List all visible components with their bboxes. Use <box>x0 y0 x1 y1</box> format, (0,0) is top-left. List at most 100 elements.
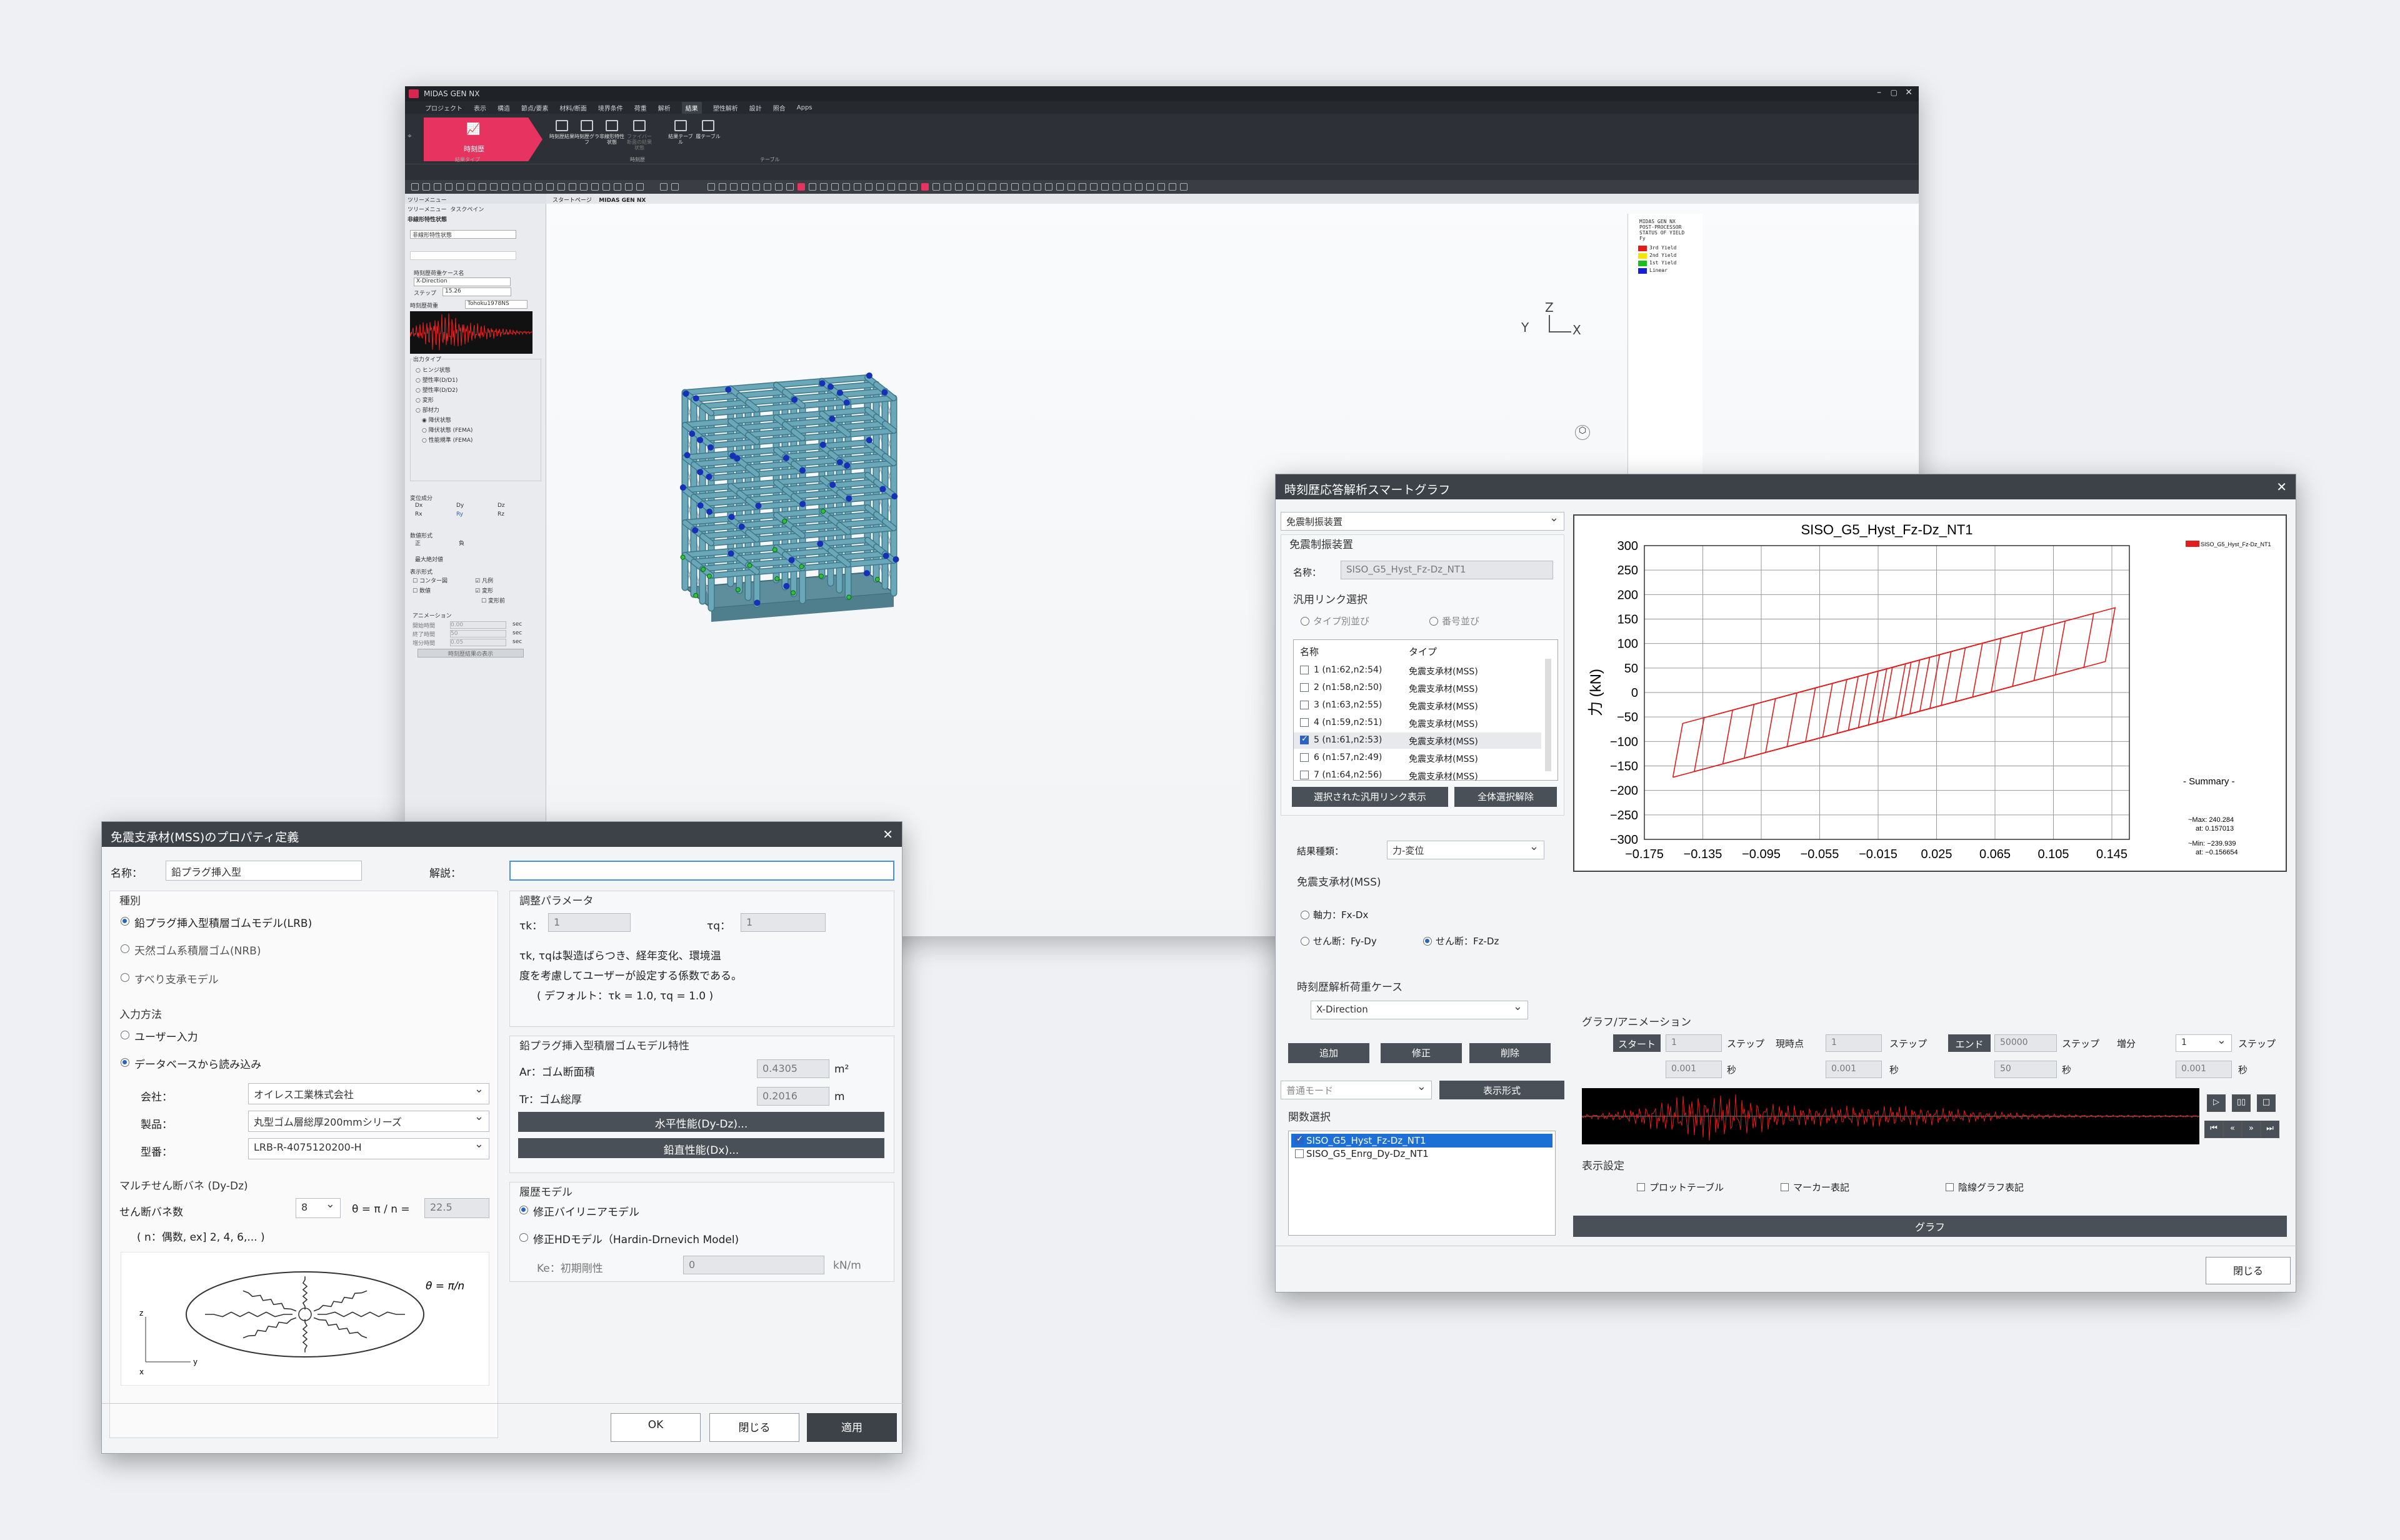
menu-item[interactable]: 節点/要素 <box>521 103 548 112</box>
sign-option[interactable]: 負 <box>459 539 464 547</box>
last-frame-icon[interactable]: ⏭ <box>2261 1121 2279 1138</box>
vertical-performance-button[interactable]: 鉛直性能(Dx)... <box>518 1138 884 1158</box>
result-type-select[interactable]: 非線形特性状態 <box>410 230 516 239</box>
stop-icon[interactable]: □ <box>2257 1094 2276 1112</box>
display-option[interactable]: ☑ 凡例 <box>475 576 493 584</box>
toolbar-icon[interactable] <box>1158 183 1165 191</box>
toolbar-icon[interactable] <box>741 183 749 191</box>
hyst-radio-bilinear[interactable] <box>519 1206 528 1214</box>
close-button[interactable]: 閉じる <box>2206 1257 2291 1284</box>
component-option[interactable]: Dz <box>498 502 505 509</box>
toolbar-icon[interactable] <box>752 183 760 191</box>
time-value[interactable]: 50 <box>450 630 506 638</box>
toolbar-icon[interactable] <box>625 183 632 191</box>
link-checkbox[interactable] <box>1300 683 1309 692</box>
ribbon-button[interactable]: 履テーブル <box>695 118 721 152</box>
component-option[interactable]: Dx <box>415 502 422 509</box>
tab-start-page[interactable]: スタートページ <box>552 198 592 204</box>
output-type-item[interactable]: ○ 性能規準 (FEMA) <box>422 436 472 444</box>
sub-select[interactable] <box>410 251 516 260</box>
close-button[interactable]: 閉じる <box>709 1413 799 1442</box>
toolbar-icon[interactable] <box>535 183 542 191</box>
toolbar-icon[interactable] <box>1124 183 1131 191</box>
minimize-icon[interactable]: – <box>1877 88 1881 98</box>
output-type-item[interactable]: ○ 部材力 <box>416 406 439 414</box>
toolbar-icon[interactable] <box>854 183 861 191</box>
toolbar-icon[interactable] <box>660 183 668 191</box>
menu-item[interactable]: プロジェクト <box>425 103 462 112</box>
sort-by-number-radio[interactable] <box>1429 617 1438 626</box>
shear-y-radio[interactable] <box>1301 937 1309 946</box>
toolbar-icon[interactable] <box>524 183 531 191</box>
toolbar-icon[interactable] <box>501 183 509 191</box>
component-option[interactable]: Rz <box>498 511 504 518</box>
toolbar-icon[interactable] <box>966 183 974 191</box>
menu-item[interactable]: 境界条件 <box>598 103 623 112</box>
output-type-item[interactable]: ○ 塑性率(D/D1) <box>416 376 458 384</box>
kind-radio-slide[interactable] <box>121 973 129 982</box>
sort-by-type-radio[interactable] <box>1301 617 1309 626</box>
menu-item[interactable]: 表示 <box>474 103 486 112</box>
toolbar-icon[interactable] <box>580 183 588 191</box>
play-icon[interactable]: ▷ <box>2207 1094 2226 1112</box>
device-type-select[interactable]: 免震制振装置 <box>1281 512 1564 531</box>
toolbar-icon[interactable] <box>569 183 576 191</box>
function-checkbox[interactable] <box>1295 1149 1304 1158</box>
component-option[interactable]: Rx <box>415 511 422 518</box>
link-row[interactable]: 5 (n1:61,n2:53) 免震支承材(MSS) <box>1294 732 1541 749</box>
load-case-select[interactable]: X-Direction <box>414 278 511 286</box>
link-checkbox[interactable] <box>1300 666 1309 674</box>
link-row[interactable]: 4 (n1:59,n2:51) 免震支承材(MSS) <box>1294 715 1541 731</box>
description-input[interactable] <box>509 861 894 881</box>
spring-count-select[interactable]: 8 <box>296 1198 341 1218</box>
toolbar-icon[interactable] <box>730 183 738 191</box>
toolbar-icon[interactable] <box>456 183 464 191</box>
toolbar-icon[interactable] <box>1146 183 1154 191</box>
toolbar-icon[interactable] <box>944 183 951 191</box>
company-select[interactable]: オイレス工業株式会社 <box>248 1083 489 1104</box>
toolbar-icon[interactable] <box>1068 183 1075 191</box>
product-select[interactable]: 丸型ゴム層総厚200mmシリーズ <box>248 1111 489 1132</box>
close-icon[interactable]: ✕ <box>882 827 893 842</box>
marker-checkbox[interactable] <box>1781 1183 1789 1191</box>
menu-item[interactable]: 材料/断面 <box>559 103 586 112</box>
output-type-item[interactable]: ○ 塑性率(D/D2) <box>416 386 458 394</box>
function-checkbox[interactable] <box>1295 1134 1304 1144</box>
ribbon-button[interactable]: 時刻歴結果 <box>549 118 575 152</box>
deselect-all-button[interactable]: 全体選択解除 <box>1454 787 1557 807</box>
start-step-input[interactable]: 1 <box>1666 1034 1722 1052</box>
toolbar-icon[interactable] <box>719 183 726 191</box>
toolbar-icon[interactable] <box>786 183 794 191</box>
first-frame-icon[interactable]: ⏮ <box>2204 1121 2223 1138</box>
toolbar-icon[interactable] <box>1045 183 1052 191</box>
tk-input[interactable]: 1 <box>548 913 631 932</box>
link-checkbox[interactable] <box>1300 753 1309 762</box>
link-row[interactable]: 6 (n1:57,n2:49) 免震支承材(MSS) <box>1294 750 1541 766</box>
toolbar-icon[interactable] <box>1079 183 1086 191</box>
close-icon[interactable]: ✕ <box>1905 88 1912 98</box>
menu-item[interactable]: 設計 <box>749 103 762 112</box>
toolbar-icon[interactable] <box>876 183 884 191</box>
toolbar-icon[interactable] <box>558 183 565 191</box>
forward-icon[interactable]: » <box>2242 1121 2261 1138</box>
link-row[interactable]: 7 (n1:64,n2:56) 免震支承材(MSS) <box>1294 768 1541 784</box>
output-type-item[interactable]: ◉ 降伏状態 <box>422 416 451 424</box>
display-option[interactable]: ☐ 数値 <box>412 586 431 594</box>
output-type-item[interactable]: ○ ヒンジ状態 <box>416 366 451 374</box>
step-select[interactable]: 15.26 <box>442 288 511 296</box>
display-option[interactable]: ☐ 変形前 <box>481 596 505 604</box>
link-row[interactable]: 1 (n1:62,n2:54) 免震支承材(MSS) <box>1294 662 1541 679</box>
show-selected-button[interactable]: 選択された汎用リンク表示 <box>1292 787 1448 807</box>
toolbar-icon[interactable] <box>1112 183 1120 191</box>
scrollbar[interactable] <box>1545 659 1551 771</box>
toolbar-icon[interactable] <box>764 183 771 191</box>
apply-button[interactable]: 適用 <box>807 1413 897 1442</box>
time-value[interactable]: 0.05 <box>450 639 506 646</box>
toolbar-icon[interactable] <box>512 183 520 191</box>
plot-table-checkbox[interactable] <box>1637 1183 1645 1191</box>
menu-item[interactable]: 荷重 <box>634 103 647 112</box>
model-select[interactable]: LRB-R-4075120200-H <box>248 1138 489 1159</box>
toolbar-icon[interactable] <box>955 183 962 191</box>
toolbar-icon[interactable] <box>798 183 805 191</box>
display-format-button[interactable]: 表示形式 <box>1439 1081 1564 1099</box>
